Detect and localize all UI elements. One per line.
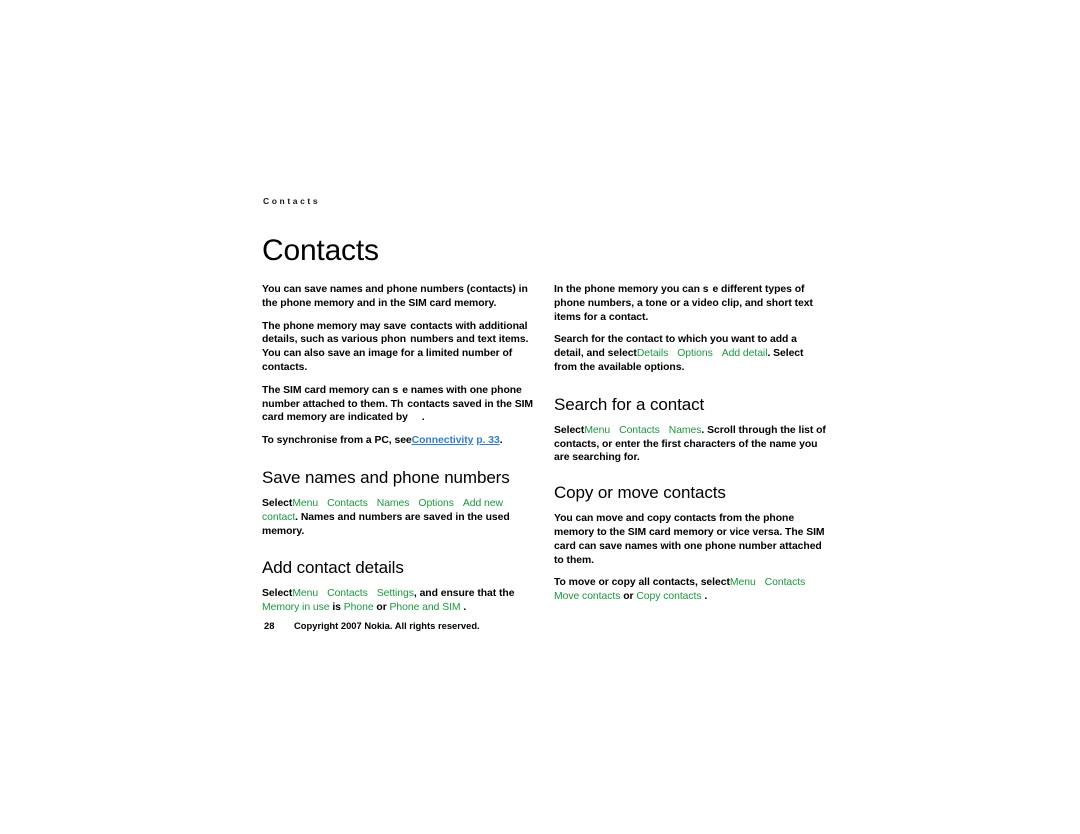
cross-reference-page-33[interactable]: p. 33 <box>476 435 499 446</box>
phone-memory-p1-part-a: In the phone memory you can s <box>554 284 709 295</box>
menu-path-item-add-detail[interactable]: Add detail <box>722 348 768 359</box>
left-column: You can save names and phone numbers (co… <box>262 283 536 615</box>
copy-move-p1-text: You can move and copy contacts from the … <box>554 513 825 566</box>
select-label: Select <box>262 588 293 600</box>
intro-p3-part-d: . <box>421 412 425 424</box>
paragraph-synchronise: To synchronise from a PC, seeConnectivit… <box>262 434 536 448</box>
menu-path-item-options[interactable]: Options <box>677 348 713 359</box>
paragraph-intro-memory: You can save names and phone numbers (co… <box>262 283 536 311</box>
menu-path-item-copy-contacts[interactable]: Copy contacts <box>636 591 701 602</box>
menu-path-item-move-contacts[interactable]: Move contacts <box>554 591 620 602</box>
or-label: or <box>376 602 387 614</box>
menu-path-item-menu[interactable]: Menu <box>730 577 756 588</box>
add-contact-details-tail: . <box>463 602 467 614</box>
paragraph-add-contact-details-path: SelectMenu Contacts Settings, and ensure t… <box>262 587 536 615</box>
paragraph-phone-memory-details: The phone memory may save contacts with a… <box>262 320 536 375</box>
cross-reference-link-connectivity[interactable]: Connectivity <box>412 435 474 446</box>
heading-add-contact-details: Add contact details <box>262 558 404 578</box>
paragraph-search-contact-path: SelectMenu Contacts Names. Scroll through … <box>554 424 828 465</box>
page-number: 28 <box>264 620 275 631</box>
add-contact-details-mid: , and ensure that the <box>413 588 515 600</box>
menu-path-item-contacts[interactable]: Contacts <box>765 577 806 588</box>
page-title: Contacts <box>262 234 379 268</box>
two-column-body: You can save names and phone numbers (co… <box>262 283 828 615</box>
menu-path-item-menu[interactable]: Menu <box>584 425 610 436</box>
menu-path-item-settings[interactable]: Settings <box>377 588 414 599</box>
page-footer: 28 Copyright 2007 Nokia. All rights reser… <box>264 620 480 631</box>
heading-copy-or-move-contacts: Copy or move contacts <box>554 483 726 503</box>
menu-path-item-contacts[interactable]: Contacts <box>327 588 368 599</box>
menu-path-item-names[interactable]: Names <box>669 425 702 436</box>
save-names-tail: . Names and numbers are saved in the use… <box>262 511 510 537</box>
heading-search-for-a-contact: Search for a contact <box>554 394 705 414</box>
sync-suffix: . <box>499 435 503 447</box>
menu-path-item-menu[interactable]: Menu <box>292 588 318 599</box>
menu-path-item-contacts[interactable]: Contacts <box>327 498 368 509</box>
paragraph-copy-move-path: To move or copy all contacts, selectMenu… <box>554 576 828 604</box>
paragraph-phone-memory-types: In the phone memory you can se different… <box>554 283 828 324</box>
copyright-notice: Copyright 2007 Nokia. All rights reserve… <box>294 620 480 631</box>
copy-move-tail: . <box>704 591 708 603</box>
menu-path-item-names[interactable]: Names <box>377 498 410 509</box>
copy-move-p2-prefix: To move or copy all contacts, select <box>554 577 730 589</box>
menu-path-item-options[interactable]: Options <box>418 498 454 509</box>
intro-p3-part-a: The SIM card memory can s <box>262 384 399 396</box>
sync-prefix: To synchronise from a PC, see <box>262 435 412 447</box>
is-label: is <box>332 602 341 614</box>
intro-p2-part-a: The phone memory may save <box>262 320 407 332</box>
menu-path-item-contacts[interactable]: Contacts <box>619 425 660 436</box>
document-page: Contacts Contacts You can save names and… <box>0 0 1080 834</box>
paragraph-copy-move-description: You can move and copy contacts from the … <box>554 512 828 567</box>
menu-path-item-details[interactable]: Details <box>637 348 668 359</box>
paragraph-sim-memory: The SIM card memory can se names with on… <box>262 384 536 425</box>
setting-name-memory-in-use[interactable]: Memory in use <box>262 602 330 613</box>
select-label: Select <box>554 424 585 436</box>
intro-p1-text: You can save names and phone numbers (co… <box>262 284 528 309</box>
heading-save-names-and-phone-numbers: Save names and phone numbers <box>262 467 510 487</box>
setting-option-phone[interactable]: Phone <box>344 602 374 613</box>
right-column: In the phone memory you can se different… <box>554 283 828 615</box>
running-head: Contacts <box>263 196 321 206</box>
paragraph-search-add-detail: Search for the contact to which you want… <box>554 333 828 374</box>
or-label: or <box>623 591 634 603</box>
menu-path-item-menu[interactable]: Menu <box>292 498 318 509</box>
paragraph-save-names-path: SelectMenu Contacts Names Options Add new co… <box>262 497 536 538</box>
select-label: Select <box>262 497 293 509</box>
setting-option-phone-and-sim[interactable]: Phone and SIM <box>390 602 461 613</box>
